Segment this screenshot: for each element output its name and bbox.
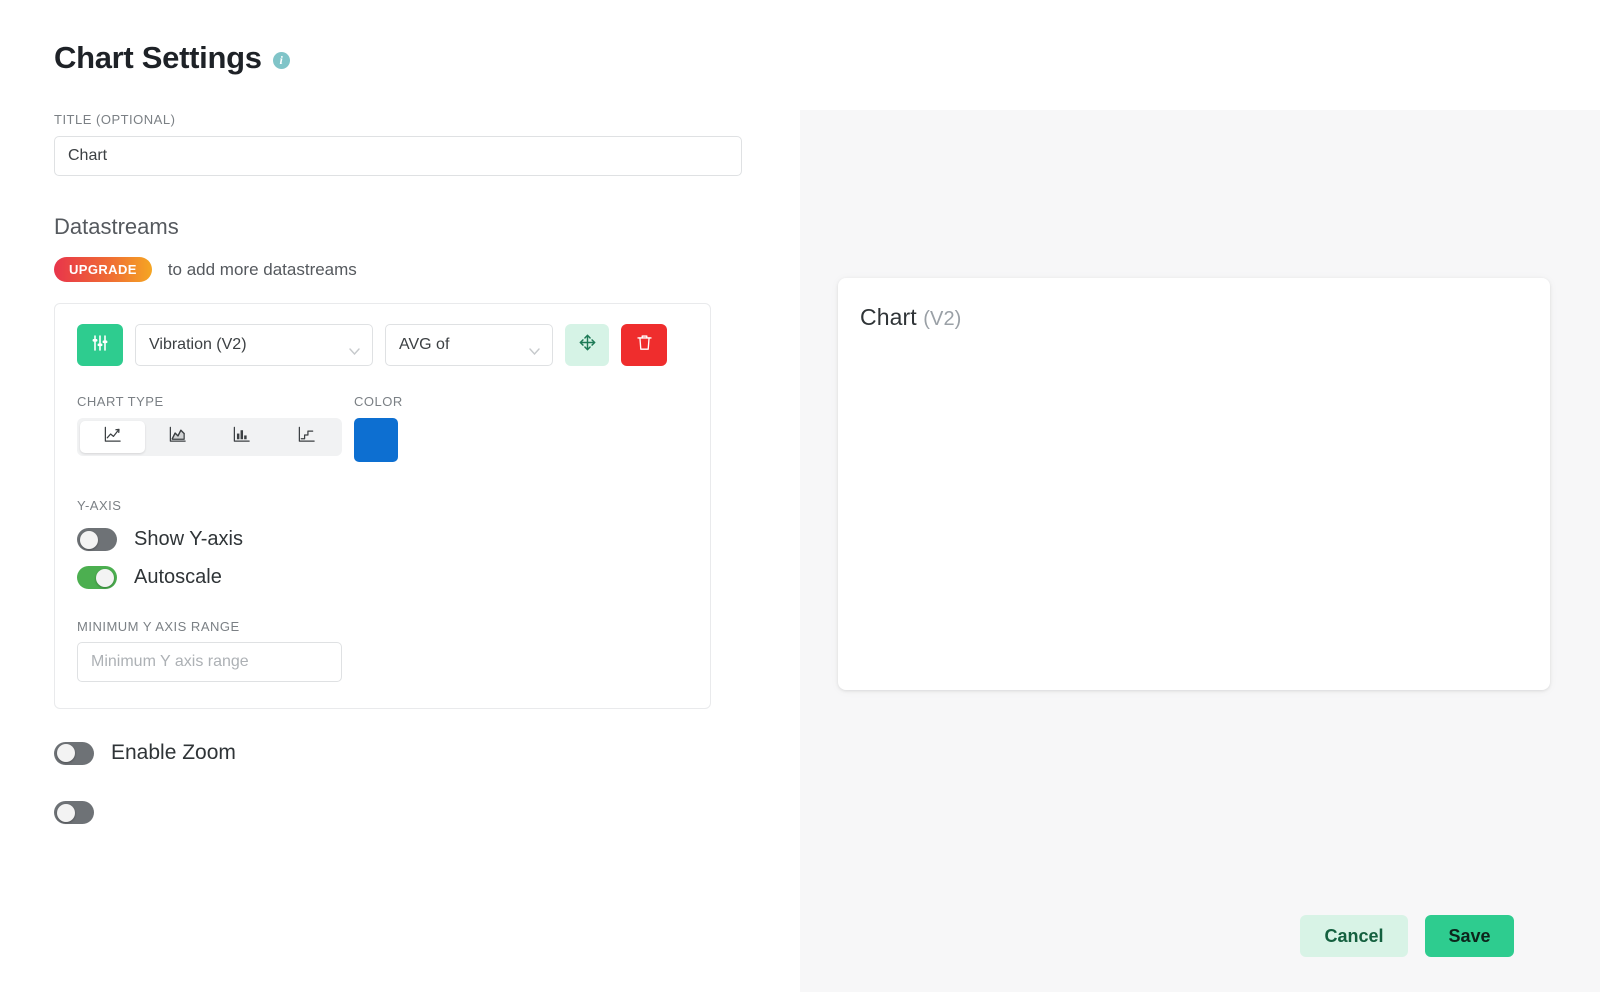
- show-yaxis-row: Show Y-axis: [77, 528, 688, 551]
- sliders-icon: [90, 333, 110, 358]
- bar-chart-icon: [232, 425, 251, 449]
- datastream-settings-button[interactable]: [77, 324, 123, 366]
- upgrade-text: to add more datastreams: [167, 259, 357, 279]
- chevron-down-icon: [349, 342, 360, 356]
- datastream-delete-button[interactable]: [621, 324, 667, 366]
- upgrade-row: UPGRADE to add more datastreams: [54, 257, 800, 282]
- move-icon: [578, 333, 597, 357]
- chart-type-group: [77, 418, 342, 456]
- datastream-aggregate-select[interactable]: AVG of: [385, 324, 553, 366]
- show-yaxis-label: Show Y-axis: [134, 528, 243, 550]
- datastream-row: Vibration (V2) AVG of: [77, 324, 688, 366]
- cancel-button[interactable]: Cancel: [1300, 915, 1408, 957]
- info-icon[interactable]: i: [272, 51, 290, 69]
- chevron-down-icon: [529, 342, 540, 356]
- color-label: COLOR: [354, 394, 403, 409]
- preview-card-title: Chart (V2): [838, 278, 1550, 331]
- show-yaxis-toggle[interactable]: [77, 528, 117, 551]
- save-button[interactable]: Save: [1425, 915, 1514, 957]
- page-title-row: Chart Settings i: [54, 40, 800, 76]
- page-title: Chart Settings: [54, 40, 262, 75]
- color-swatch[interactable]: [354, 418, 398, 462]
- yaxis-label: Y-AXIS: [77, 498, 122, 513]
- autoscale-toggle[interactable]: [77, 566, 117, 589]
- color-block: COLOR: [354, 394, 403, 462]
- datastreams-heading: Datastreams: [54, 214, 179, 239]
- next-option-row-partial: [54, 801, 800, 824]
- chart-type-line-button[interactable]: [80, 421, 145, 453]
- datastream-card: Vibration (V2) AVG of CHART TYPE COLOR Y…: [54, 303, 711, 709]
- next-option-toggle[interactable]: [54, 801, 94, 824]
- chart-type-bar-button[interactable]: [210, 421, 275, 453]
- chart-preview-card: Chart (V2): [838, 278, 1550, 690]
- area-chart-icon: [168, 425, 187, 449]
- enable-zoom-row: Enable Zoom: [54, 741, 800, 765]
- chart-type-label: CHART TYPE: [77, 394, 164, 409]
- autoscale-row: Autoscale: [77, 566, 688, 589]
- chart-type-step-button[interactable]: [274, 421, 339, 453]
- datastream-source-value: Vibration (V2): [149, 336, 247, 353]
- chart-type-color-row: CHART TYPE COLOR: [77, 394, 688, 462]
- preview-card-version: (V2): [923, 308, 962, 330]
- datastream-source-select[interactable]: Vibration (V2): [135, 324, 373, 366]
- step-chart-icon: [297, 425, 316, 449]
- chart-settings-screen: Chart (V2) Chart Settings i TITLE (OPTIO…: [0, 0, 1600, 992]
- chart-preview-panel: Chart (V2): [800, 110, 1600, 880]
- enable-zoom-toggle[interactable]: [54, 741, 94, 765]
- chart-type-block: CHART TYPE: [77, 394, 352, 462]
- upgrade-badge[interactable]: UPGRADE: [54, 257, 152, 282]
- settings-scroll-pane[interactable]: Chart Settings i TITLE (OPTIONAL) Datast…: [0, 0, 800, 868]
- datastream-aggregate-value: AVG of: [399, 336, 450, 353]
- title-input[interactable]: [54, 136, 742, 176]
- trash-icon: [635, 333, 654, 357]
- min-y-range-label: MINIMUM Y AXIS RANGE: [77, 619, 240, 634]
- chart-type-area-button[interactable]: [145, 421, 210, 453]
- datastream-move-button[interactable]: [565, 324, 609, 366]
- footer-actions: Cancel Save: [800, 880, 1600, 992]
- line-chart-icon: [103, 425, 122, 449]
- min-y-range-input[interactable]: [77, 642, 342, 682]
- preview-card-title-text: Chart: [860, 304, 917, 330]
- title-field-label: TITLE (OPTIONAL): [54, 112, 176, 127]
- enable-zoom-label: Enable Zoom: [111, 741, 236, 764]
- autoscale-label: Autoscale: [134, 566, 222, 588]
